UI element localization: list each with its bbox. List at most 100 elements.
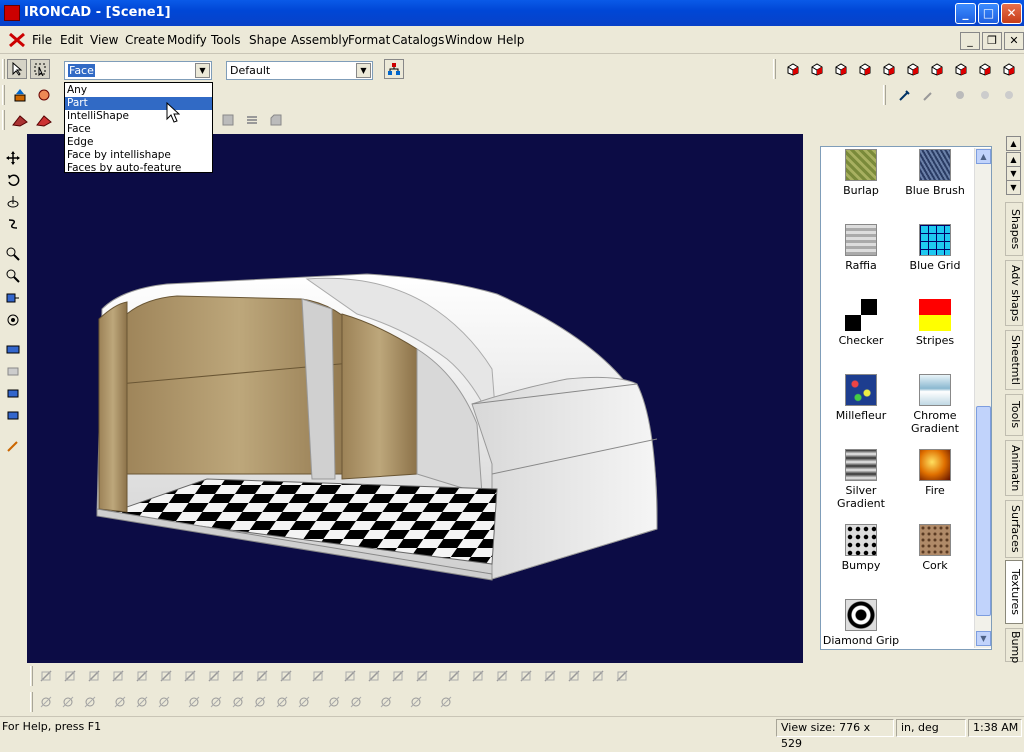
texture-item[interactable]: Checker xyxy=(821,299,901,347)
spin-view-icon[interactable] xyxy=(3,192,23,212)
zoom-window-icon[interactable] xyxy=(3,266,23,286)
filter-option-faces-by-auto-feature[interactable]: Faces by auto-feature xyxy=(65,162,212,175)
line-2pt-icon[interactable] xyxy=(58,692,78,712)
tangent-line-icon[interactable] xyxy=(110,692,130,712)
spline-icon[interactable] xyxy=(412,666,432,686)
filter-option-any[interactable]: Any xyxy=(65,84,212,97)
document-icon[interactable] xyxy=(8,32,26,48)
toolbar-grip[interactable] xyxy=(2,85,5,105)
toolbar-grip[interactable] xyxy=(30,666,33,686)
texture-item[interactable]: Fire xyxy=(895,449,975,497)
line-icon[interactable] xyxy=(36,692,56,712)
tab-adv-shaps[interactable]: Adv shaps xyxy=(1005,260,1023,326)
view-back-icon[interactable] xyxy=(807,59,827,79)
color-icon[interactable] xyxy=(34,85,54,105)
rectangle-icon[interactable] xyxy=(36,666,56,686)
render-icon[interactable] xyxy=(999,85,1019,105)
chevron-down-icon[interactable]: ▼ xyxy=(195,63,210,78)
texture-item[interactable]: Raffia xyxy=(821,224,901,272)
line-horizontal-icon[interactable] xyxy=(364,666,384,686)
view-fit-icon[interactable] xyxy=(3,288,23,308)
texture-item[interactable]: Millefleur xyxy=(821,374,901,422)
camera-walk-icon[interactable] xyxy=(3,360,23,380)
minimize-button[interactable]: _ xyxy=(955,3,976,24)
texture-catalog[interactable]: Burlap Blue Brush Raffia Blue Grid Check… xyxy=(820,146,992,650)
texture-item[interactable]: Blue Brush xyxy=(895,149,975,197)
menu-edit[interactable]: Edit xyxy=(60,33,83,47)
move-icon[interactable] xyxy=(3,148,23,168)
mirror-line-icon[interactable] xyxy=(588,666,608,686)
fillet-curve-icon[interactable] xyxy=(612,666,632,686)
menu-tools[interactable]: Tools xyxy=(211,33,241,47)
filter-option-edge[interactable]: Edge xyxy=(65,136,212,149)
mirror-icon[interactable] xyxy=(376,692,396,712)
arc-icon[interactable] xyxy=(108,666,128,686)
polygon-icon[interactable] xyxy=(132,666,152,686)
doc-restore-button[interactable]: ❐ xyxy=(982,32,1002,50)
zoom-icon[interactable] xyxy=(3,244,23,264)
menu-create[interactable]: Create xyxy=(125,33,165,47)
extend-icon[interactable] xyxy=(204,666,224,686)
undo-curve-icon[interactable] xyxy=(324,692,344,712)
view-perspective-icon[interactable] xyxy=(999,59,1019,79)
light-icon[interactable] xyxy=(950,85,970,105)
scene-model[interactable] xyxy=(27,134,803,663)
tab-next-icon[interactable]: ▼ xyxy=(1006,166,1021,181)
chevron-down-icon[interactable]: ▼ xyxy=(356,63,371,78)
camera-look-icon[interactable] xyxy=(3,382,23,402)
redo-curve-icon[interactable] xyxy=(346,692,366,712)
tab-surfaces[interactable]: Surfaces xyxy=(1005,500,1023,558)
tab-animatn[interactable]: Animatn xyxy=(1005,440,1023,496)
tab-tools[interactable]: Tools xyxy=(1005,394,1023,436)
line-angle-icon[interactable] xyxy=(388,666,408,686)
texture-item[interactable]: Bumpy xyxy=(821,524,901,572)
texture-item[interactable]: Diamond Grip xyxy=(821,599,901,647)
tab-first-icon[interactable]: ▲ xyxy=(1006,136,1021,151)
scroll-up-icon[interactable]: ▲ xyxy=(976,149,991,164)
camera-icon[interactable] xyxy=(3,338,23,358)
toolbar-grip[interactable] xyxy=(30,692,33,712)
eyedropper-icon[interactable] xyxy=(895,85,915,105)
select-filter-icon[interactable] xyxy=(30,59,50,79)
doc-close-button[interactable]: ✕ xyxy=(1004,32,1024,50)
view-dimetric-icon[interactable] xyxy=(951,59,971,79)
menu-file[interactable]: File xyxy=(32,33,52,47)
view-right-icon[interactable] xyxy=(855,59,875,79)
view-trimetric-icon[interactable] xyxy=(975,59,995,79)
menu-help[interactable]: Help xyxy=(497,33,524,47)
chamfer-icon[interactable] xyxy=(266,110,286,130)
view-iso-icon[interactable] xyxy=(927,59,947,79)
target-icon[interactable] xyxy=(540,666,560,686)
equal-icon[interactable] xyxy=(564,666,584,686)
perpendicular-icon[interactable] xyxy=(516,666,536,686)
point-arc-icon[interactable] xyxy=(206,692,226,712)
view-top-icon[interactable] xyxy=(879,59,899,79)
menu-format[interactable]: Format xyxy=(348,33,390,47)
tab-bump[interactable]: Bump xyxy=(1005,628,1023,663)
constraint-icon[interactable] xyxy=(468,666,488,686)
texture-item[interactable]: Stripes xyxy=(895,299,975,347)
toolbar-grip[interactable] xyxy=(2,110,5,130)
shell-icon[interactable] xyxy=(218,110,238,130)
menu-shape[interactable]: Shape xyxy=(249,33,287,47)
rect3pt-icon[interactable] xyxy=(60,666,80,686)
corner-icon[interactable] xyxy=(406,692,426,712)
delete-segment-icon[interactable] xyxy=(228,666,248,686)
parallel-icon[interactable] xyxy=(492,666,512,686)
filter-option-face-by-intellishape[interactable]: Face by intellishape xyxy=(65,149,212,162)
app-icon[interactable] xyxy=(4,5,20,21)
draw-icon[interactable] xyxy=(3,436,23,456)
assembly-tree-icon[interactable] xyxy=(384,59,404,79)
tab-prev-icon[interactable]: ▲ xyxy=(1006,152,1021,167)
menu-window[interactable]: Window xyxy=(445,33,492,47)
point-ellipse-icon[interactable] xyxy=(228,692,248,712)
toolbar-grip[interactable] xyxy=(2,59,5,79)
menu-assembly[interactable]: Assembly xyxy=(291,33,349,47)
filter-option-intellishape[interactable]: IntelliShape xyxy=(65,110,212,123)
view-left-icon[interactable] xyxy=(831,59,851,79)
style-select[interactable]: Default ▼ xyxy=(226,61,373,80)
spin-icon[interactable] xyxy=(34,110,54,130)
target-icon[interactable] xyxy=(3,310,23,330)
blend-icon[interactable] xyxy=(242,110,262,130)
toolbar-grip[interactable] xyxy=(773,59,776,79)
